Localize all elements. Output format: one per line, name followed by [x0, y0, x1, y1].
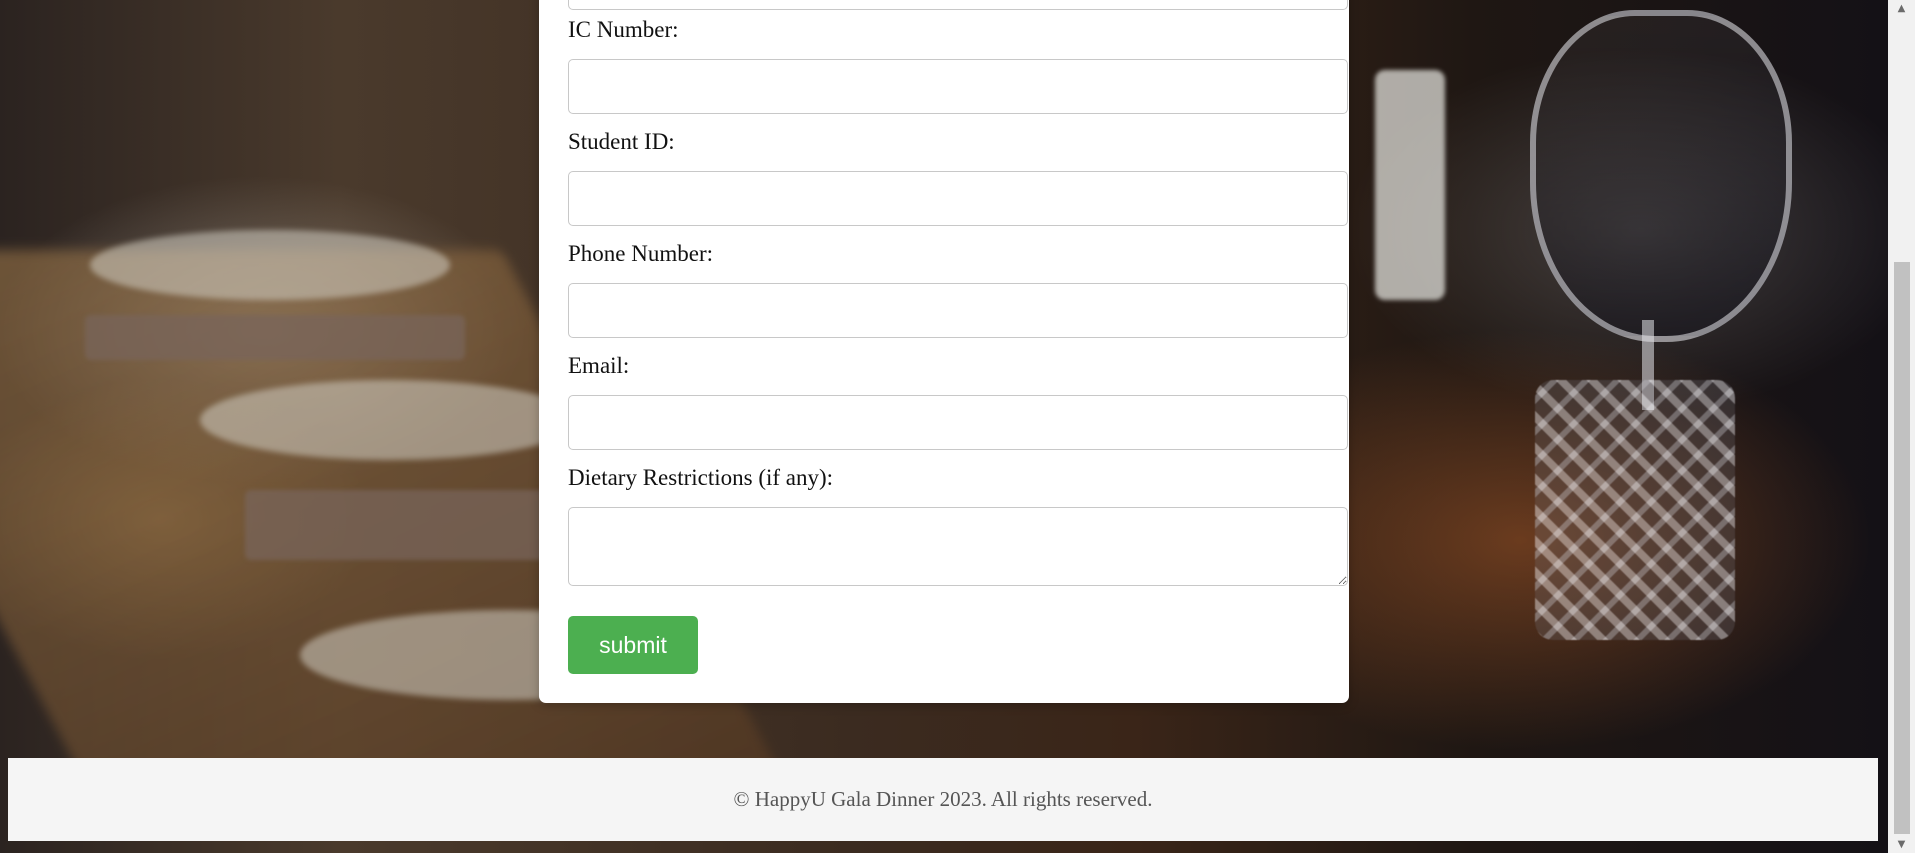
footer-copyright: © HappyU Gala Dinner 2023. All rights re…	[733, 787, 1153, 811]
background-bottle	[1375, 70, 1445, 300]
email-label: Email:	[568, 353, 630, 378]
submit-button[interactable]: submit	[568, 616, 698, 674]
background-napkin	[85, 315, 465, 360]
background-tumbler	[1535, 380, 1735, 640]
page-footer: © HappyU Gala Dinner 2023. All rights re…	[8, 758, 1878, 841]
scroll-up-arrow-icon[interactable]: ▲	[1888, 0, 1915, 17]
background-napkin	[245, 490, 545, 560]
dietary-restrictions-textarea[interactable]	[568, 507, 1348, 586]
email-input[interactable]	[568, 395, 1348, 450]
background-plate	[200, 380, 580, 460]
student-id-input[interactable]	[568, 171, 1348, 226]
registration-form: IC Number: Student ID: Phone Number: Ema…	[539, 0, 1349, 703]
student-id-label: Student ID:	[568, 129, 675, 154]
dietary-restrictions-label: Dietary Restrictions (if any):	[568, 465, 834, 490]
vertical-scrollbar[interactable]: ▲ ▼	[1888, 0, 1915, 853]
phone-number-label: Phone Number:	[568, 241, 714, 266]
background-wine-glass	[1530, 10, 1792, 342]
ic-number-label: IC Number:	[568, 17, 679, 42]
scroll-down-arrow-icon[interactable]: ▼	[1888, 836, 1915, 853]
scrollbar-thumb[interactable]	[1894, 262, 1910, 834]
previous-field-input[interactable]	[568, 0, 1348, 10]
ic-number-input[interactable]	[568, 59, 1348, 114]
phone-number-input[interactable]	[568, 283, 1348, 338]
dietary-restrictions-wrapper	[539, 507, 1349, 586]
background-plate	[90, 230, 450, 300]
